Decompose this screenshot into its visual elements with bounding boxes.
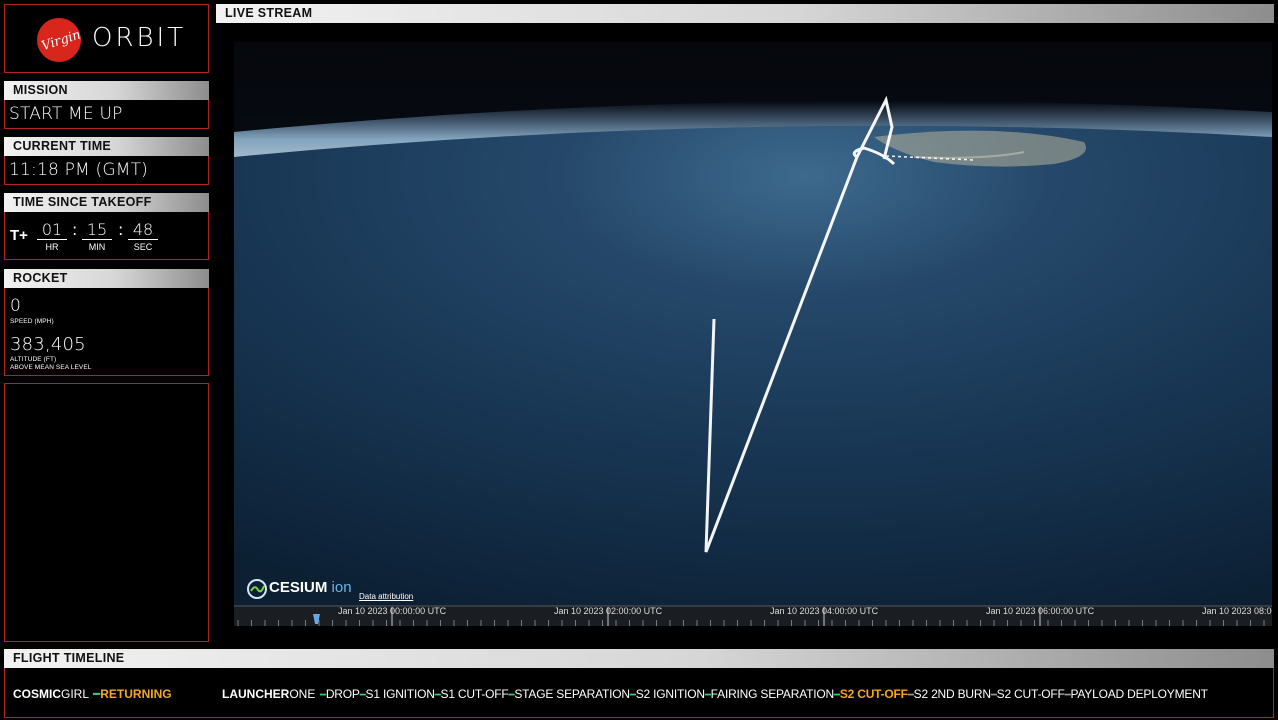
hours-value: 01 [37, 220, 67, 240]
cosmic-label-bold: COSMIC [13, 687, 61, 701]
stage-sequence: ━DROP━S1 IGNITION━S1 CUT-OFF━STAGE SEPAR… [320, 687, 1208, 701]
mission-name: START ME UP [9, 104, 123, 124]
stage-s2-cut-off: S2 CUT-OFF [996, 687, 1065, 701]
cosmic-girl-label: COSMICGIRL [13, 687, 89, 701]
hours-label: HR [45, 242, 59, 252]
globe-scene: Jan 10 2023 00:00:00 UTC Jan 10 2023 02:… [234, 42, 1272, 626]
stage-fairing-separation: FAIRING SEPARATION [710, 687, 835, 701]
cesium-brand: CESIUM ion [269, 579, 352, 596]
rocket-header: ROCKET [4, 269, 209, 288]
current-time-header: CURRENT TIME [4, 137, 209, 156]
timeline-tick-label: Jan 10 2023 00:00:00 UTC [338, 606, 447, 616]
launcher-one-label: LAUNCHERONE [222, 687, 315, 701]
cesium-ion: ion [331, 579, 352, 596]
returning-status: RETURNING [100, 687, 172, 701]
since-takeoff-panel: T+ 01 HR : 15 MIN : 48 SEC [4, 212, 209, 260]
cesium-name: CESIUM [269, 579, 328, 596]
current-time-value: 11:18 PM (GMT) [9, 160, 149, 180]
current-time-panel: 11:18 PM (GMT) [4, 156, 209, 185]
stage-s1-ignition: S1 IGNITION [365, 687, 435, 701]
stage-s2-2nd-burn: S2 2ND BURN [913, 687, 991, 701]
live-stream-header: LIVE STREAM [216, 4, 1274, 23]
since-takeoff-header: TIME SINCE TAKEOFF [4, 193, 209, 212]
time-separator: : [72, 220, 78, 239]
stage-payload-deployment: PAYLOAD DEPLOYMENT [1070, 687, 1208, 701]
altitude-value: 383,405 [10, 334, 86, 355]
cosmic-girl-status: ━RETURNING [93, 687, 172, 701]
cesium-logo-icon [247, 579, 267, 599]
data-attribution-link[interactable]: Data attribution [359, 592, 413, 601]
logo-panel: Virgin ORBIT [4, 4, 209, 73]
timeline-tick-label: Jan 10 2023 04:00:00 UTC [770, 606, 879, 616]
minutes-label: MIN [88, 242, 106, 252]
altitude-sublabel: ABOVE MEAN SEA LEVEL [10, 364, 92, 371]
timeline-tick-label: Jan 10 2023 08:00:00 UTC [1202, 606, 1272, 616]
timeline-ruler: Jan 10 2023 00:00:00 UTC Jan 10 2023 02:… [234, 605, 1272, 626]
mission-header: MISSION [4, 81, 209, 100]
stage-stage-separation: STAGE SEPARATION [514, 687, 630, 701]
launcher-label-rest: ONE [289, 687, 316, 701]
timeline-tick-label: Jan 10 2023 06:00:00 UTC [986, 606, 1095, 616]
minutes-value: 15 [82, 220, 112, 240]
time-separator: : [118, 220, 124, 239]
virgin-logo-icon: Virgin [37, 18, 83, 62]
seconds-value: 48 [128, 220, 158, 240]
stage-s2-cut-off: S2 CUT-OFF [839, 687, 908, 701]
mission-panel: START ME UP [4, 100, 209, 129]
live-stream-view[interactable]: Jan 10 2023 00:00:00 UTC Jan 10 2023 02:… [234, 42, 1272, 626]
brand-wordmark: ORBIT [92, 23, 187, 53]
t-plus-label: T+ [10, 227, 28, 244]
stage-s2-ignition: S2 IGNITION [635, 687, 705, 701]
cosmic-label-rest: GIRL [61, 687, 90, 701]
speed-value: 0 [10, 296, 22, 316]
seconds-label: SEC [133, 242, 153, 252]
speed-label: SPEED (MPH) [10, 318, 54, 325]
rocket-panel: 0 SPEED (MPH) 383,405 ALTITUDE (FT) ABOV… [4, 288, 209, 376]
stage-drop: DROP [325, 687, 360, 701]
launcher-label-bold: LAUNCHER [222, 687, 290, 701]
altitude-label: ALTITUDE (FT) [10, 356, 57, 363]
stage-s1-cut-off: S1 CUT-OFF [440, 687, 509, 701]
flight-timeline-header: FLIGHT TIMELINE [4, 649, 1274, 668]
timeline-tick-label: Jan 10 2023 02:00:00 UTC [554, 606, 663, 616]
empty-panel [4, 383, 209, 642]
